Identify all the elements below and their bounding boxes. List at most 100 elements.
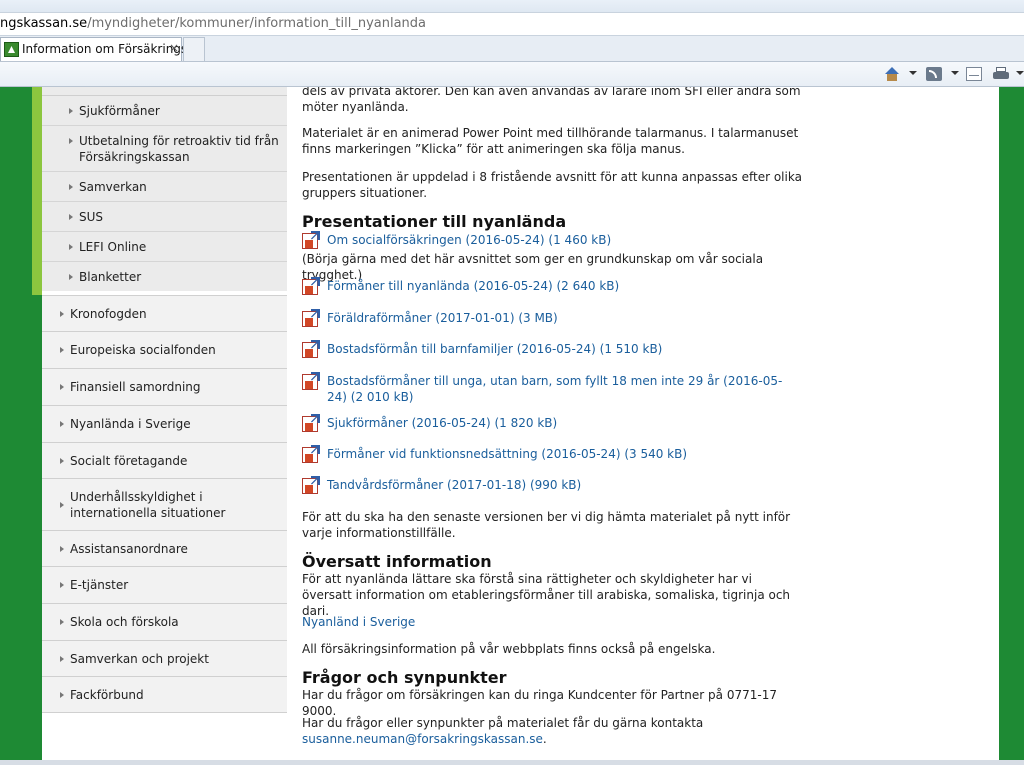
subnav-item-label: SUS (79, 210, 104, 224)
material-description: Materialet är en animerad Power Point me… (302, 126, 799, 156)
new-tab-button[interactable] (183, 37, 205, 61)
download-link-text[interactable]: Tandvårdsförmåner (2017-01-18) (990 kB) (327, 477, 797, 493)
print-icon[interactable] (993, 67, 1009, 81)
status-bar (0, 760, 1024, 765)
chevron-right-icon (60, 655, 64, 662)
subnav-item-sus[interactable]: SUS (42, 201, 287, 231)
powerpoint-file-icon (302, 279, 318, 295)
sidebar-item-fackforbund[interactable]: Fackförbund (42, 676, 287, 713)
chevron-right-icon (60, 582, 64, 588)
translated-paragraph: För att nyanlända lättare ska förstå sin… (302, 572, 791, 618)
url-text[interactable]: ngskassan.se/myndigheter/kommuner/inform… (0, 16, 426, 31)
sidebar-item-label: Nyanlända i Sverige (70, 417, 191, 431)
chevron-right-icon (69, 138, 73, 144)
command-bar (0, 62, 1024, 87)
heading-translated: Översatt information (302, 552, 492, 571)
chevron-right-icon (60, 384, 64, 390)
subnav-item-blanketter[interactable]: Blanketter (42, 261, 287, 291)
sidebar-item-label: Finansiell samordning (70, 380, 201, 394)
powerpoint-file-icon (302, 374, 318, 390)
subnav-item-sjukformaner[interactable]: Sjukförmåner (42, 95, 287, 125)
sidebar-item-samverkan-och-projekt[interactable]: Samverkan och projekt (42, 640, 287, 676)
contact-period: . (542, 732, 547, 746)
sidebar-item-assistansanordnare[interactable]: Assistansanordnare (42, 530, 287, 566)
english-info-text: All försäkringsinformation på vår webbpl… (302, 642, 716, 656)
home-dropdown-icon[interactable] (909, 71, 917, 75)
browser-tab[interactable]: Information om Försäkrings... × (0, 37, 199, 61)
powerpoint-file-icon (302, 447, 318, 463)
window-top-bar (0, 0, 1024, 12)
sidebar-item-label: Kronofogden (70, 306, 147, 321)
sidebar-item-label: Samverkan och projekt (70, 651, 209, 666)
sidebar-item-kronofogden[interactable]: Kronofogden (42, 295, 287, 331)
download-link-text[interactable]: Sjukförmåner (2016-05-24) (1 820 kB) (327, 415, 797, 431)
subnav-item-lefi-online[interactable]: LEFI Online (42, 231, 287, 261)
sidebar-item-label: Fackförbund (70, 687, 144, 702)
sidebar-mainnav: Kronofogden Europeiska socialfonden Fina… (42, 295, 287, 713)
read-mail-icon[interactable] (966, 67, 982, 81)
translated-link-row: Nyanländ i Sverige (302, 614, 802, 630)
sidebar-item-e-tjanster[interactable]: E-tjänster (42, 566, 287, 603)
powerpoint-file-icon (302, 416, 318, 432)
url-domain: ngskassan.se (0, 16, 88, 31)
chevron-right-icon (69, 244, 73, 250)
download-link-text[interactable]: Om socialförsäkringen (2016-05-24) (1 46… (327, 232, 797, 248)
print-dropdown-icon[interactable] (1016, 71, 1024, 75)
chevron-right-icon (60, 421, 64, 427)
chevron-right-icon (60, 501, 64, 508)
chevron-right-icon (60, 545, 64, 552)
sidebar-item-socialt-foretagande[interactable]: Socialt företagande (42, 442, 287, 478)
subnav-item-label: Sjukförmåner (79, 104, 160, 118)
sidebar-item-finansiell-samordning[interactable]: Finansiell samordning (42, 368, 287, 405)
sidebar: Sjukförmåner Utbetalning för retroaktiv … (42, 87, 287, 765)
latest-version-note: För att du ska ha den senaste versionen … (302, 510, 791, 540)
subnav-item-label: LEFI Online (79, 240, 147, 254)
chevron-right-icon (69, 108, 73, 114)
sidebar-item-underhallsskyldighet[interactable]: Underhållsskyldighet i internationella s… (42, 478, 287, 530)
download-link-text[interactable]: Förmåner vid funktionsnedsättning (2016-… (327, 446, 797, 462)
subnav-item-samverkan[interactable]: Samverkan (42, 171, 287, 201)
download-link-text[interactable]: Bostadsförmåner till unga, utan barn, so… (327, 373, 797, 405)
sidebar-accent-bar (32, 87, 42, 295)
chevron-right-icon (69, 214, 73, 220)
download-link-text[interactable]: Föräldraförmåner (2017-01-01) (3 MB) (327, 310, 797, 326)
sidebar-item-label: E-tjänster (70, 578, 129, 592)
subnav-item-utbetalning[interactable]: Utbetalning för retroaktiv tid från Förs… (42, 125, 287, 171)
address-bar[interactable]: ngskassan.se/myndigheter/kommuner/inform… (0, 12, 1024, 36)
powerpoint-file-icon (302, 233, 318, 249)
powerpoint-file-icon (302, 311, 318, 327)
chevron-right-icon (60, 619, 64, 625)
home-icon[interactable] (884, 67, 900, 81)
sidebar-item-skola-och-forskola[interactable]: Skola och förskola (42, 603, 287, 640)
chevron-right-icon (69, 184, 73, 190)
sidebar-item-label: Assistansanordnare (70, 541, 188, 556)
sidebar-item-label: Socialt företagande (70, 453, 188, 468)
heading-presentations: Presentationer till nyanlända (302, 212, 567, 231)
chevron-right-icon (69, 274, 73, 280)
rss-feed-icon[interactable] (926, 67, 942, 81)
chevron-right-icon (60, 691, 64, 698)
subnav-item-label: Utbetalning för retroaktiv tid från Förs… (79, 134, 279, 164)
feeds-dropdown-icon[interactable] (951, 71, 959, 75)
download-link-text[interactable]: Bostadsförmån till barnfamiljer (2016-05… (327, 341, 797, 357)
heading-questions: Frågor och synpunkter (302, 668, 507, 687)
contact-email-link[interactable]: susanne.neuman@forsakringskassan.se (302, 732, 543, 746)
subnav-item-label: Blanketter (79, 270, 142, 284)
powerpoint-file-icon (302, 478, 318, 494)
url-path: /myndigheter/kommuner/information_till_n… (87, 16, 427, 31)
contact-text: Har du frågor eller synpunkter på materi… (302, 716, 704, 730)
tab-close-icon[interactable]: × (169, 41, 179, 55)
intro-paragraph: dels av privata aktörer. Den kan även an… (302, 87, 801, 114)
chevron-right-icon (60, 457, 64, 464)
powerpoint-file-icon (302, 342, 318, 358)
chevron-right-icon (60, 347, 64, 353)
subnav-item-label: Samverkan (79, 180, 147, 194)
chevron-right-icon (60, 310, 64, 317)
sidebar-item-europeiska-socialfonden[interactable]: Europeiska socialfonden (42, 331, 287, 368)
download-link-text[interactable]: Förmåner till nyanlända (2016-05-24) (2 … (327, 278, 797, 294)
contact-paragraph: Har du frågor eller synpunkter på materi… (302, 715, 802, 747)
sidebar-item-nyanlanda-i-sverige[interactable]: Nyanlända i Sverige (42, 405, 287, 442)
sidebar-item-label: Underhållsskyldighet i internationella s… (70, 489, 226, 520)
sidebar-item-label: Europeiska socialfonden (70, 343, 216, 357)
nyanland-i-sverige-link[interactable]: Nyanländ i Sverige (302, 615, 415, 629)
